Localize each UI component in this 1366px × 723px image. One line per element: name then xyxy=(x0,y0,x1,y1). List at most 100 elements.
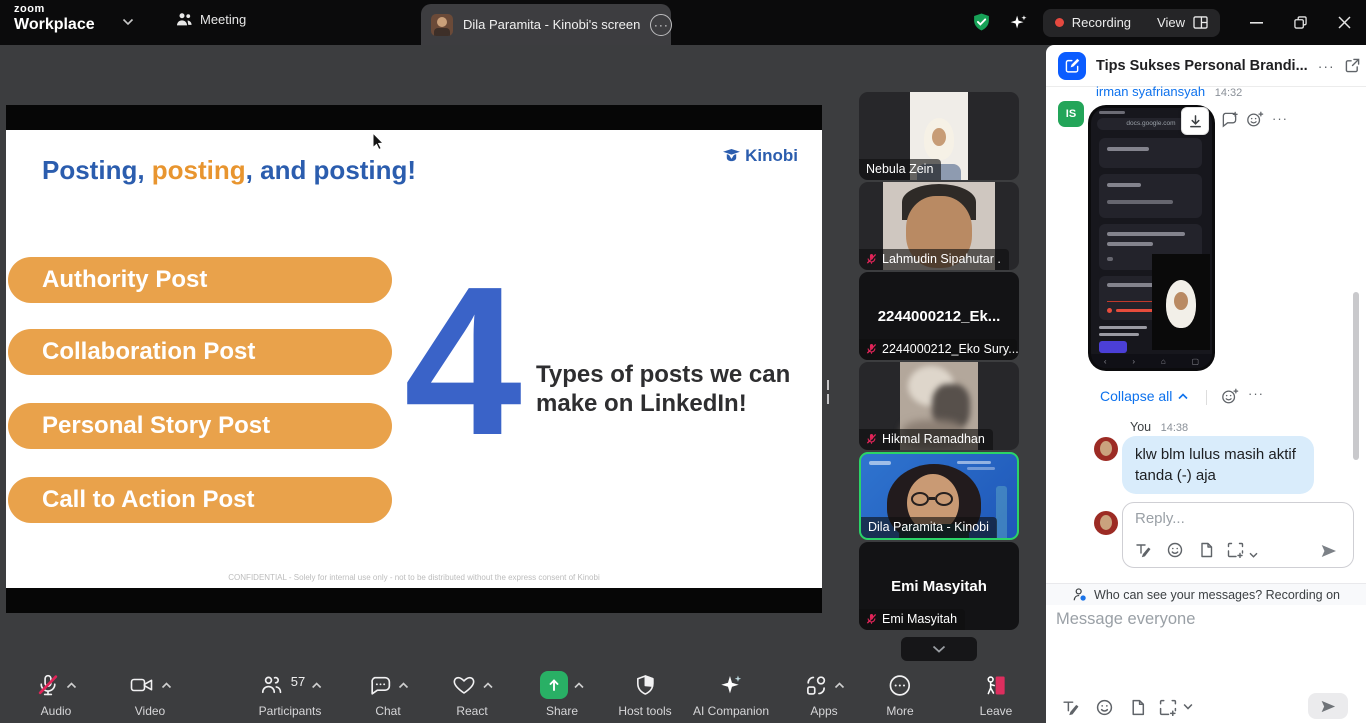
chat-more-ellipsis-icon[interactable]: ··· xyxy=(1318,58,1335,74)
participants-options-chevron-icon[interactable] xyxy=(311,682,321,689)
message-compose-input[interactable] xyxy=(1056,610,1346,629)
phone-nav-bar: ‹›⌂▢ xyxy=(1091,354,1212,368)
participants-button[interactable]: 57 Participants xyxy=(259,671,322,718)
participant-name-tag: Nebula Zein xyxy=(859,159,941,180)
video-tile-dila-paramita-active-speaker[interactable]: Dila Paramita - Kinobi xyxy=(859,452,1019,540)
slide-pill-call-to-action: Call to Action Post xyxy=(8,477,392,523)
muted-mic-icon xyxy=(866,343,877,355)
collapse-video-strip-button[interactable] xyxy=(901,637,977,661)
add-reaction-icon[interactable] xyxy=(1221,388,1239,405)
video-tile-eko[interactable]: 2244000212_Ek... 2244000212_Eko Sury... xyxy=(859,272,1019,360)
react-button[interactable]: React xyxy=(451,671,493,718)
video-tile-hikmal-ramadhan[interactable]: Hikmal Ramadhan xyxy=(859,362,1019,450)
shared-screen: Posting, posting, and posting! Kinobi Au… xyxy=(6,105,822,613)
video-tile-nebula-zein[interactable]: Nebula Zein xyxy=(859,92,1019,180)
ai-companion-button[interactable]: AI Companion xyxy=(693,671,769,718)
chat-scrollbar-thumb[interactable] xyxy=(1353,292,1359,460)
screenshot-options-chevron-icon[interactable] xyxy=(1183,703,1193,710)
video-button[interactable]: Video xyxy=(129,671,172,718)
add-reaction-icon[interactable] xyxy=(1246,111,1264,128)
thread-more-ellipsis-icon[interactable]: ··· xyxy=(1248,386,1264,401)
video-options-chevron-icon[interactable] xyxy=(162,682,172,689)
tab-meeting[interactable]: Meeting xyxy=(176,12,246,27)
chat-panel: Tips Sukses Personal Brandi... ··· irman… xyxy=(1046,45,1366,723)
send-reply-icon[interactable] xyxy=(1319,542,1338,560)
message-author-row: You 14:38 xyxy=(1130,420,1188,434)
react-options-chevron-icon[interactable] xyxy=(483,682,493,689)
mouse-cursor xyxy=(372,132,385,150)
message-author: You xyxy=(1130,420,1151,434)
more-button[interactable]: More xyxy=(886,671,913,718)
participant-display-name: Emi Masyitah xyxy=(891,578,987,595)
attach-file-icon[interactable] xyxy=(1130,699,1146,716)
host-tools-button[interactable]: Host tools xyxy=(618,671,671,718)
pop-out-icon[interactable] xyxy=(1345,58,1360,73)
format-text-icon[interactable] xyxy=(1062,699,1079,716)
heart-icon xyxy=(451,673,477,697)
participant-name-tag: Lahmudin Sipahutar . xyxy=(859,249,1009,270)
emoji-icon[interactable] xyxy=(1167,542,1183,558)
muted-mic-icon xyxy=(866,253,877,265)
slide-big-number: 4 xyxy=(404,255,522,467)
tab-screen-share[interactable]: Dila Paramita - Kinobi's screen ··· xyxy=(421,4,671,45)
chat-button[interactable]: Chat xyxy=(368,671,409,718)
screenshot-options-chevron-icon[interactable] xyxy=(1249,552,1258,558)
slide-pill-personal-story: Personal Story Post xyxy=(8,403,392,449)
recording-dot-icon xyxy=(1055,18,1064,27)
apps-options-chevron-icon[interactable] xyxy=(835,682,845,689)
emoji-icon[interactable] xyxy=(1096,699,1113,716)
people-icon xyxy=(176,12,193,27)
chat-app-icon xyxy=(1058,52,1086,80)
avatar xyxy=(1094,437,1118,461)
close-button[interactable] xyxy=(1322,0,1366,45)
attach-file-icon[interactable] xyxy=(1199,542,1214,558)
view-layout-icon[interactable] xyxy=(1193,16,1208,29)
participant-name-tag: 2244000212_Eko Sury... xyxy=(859,339,1017,360)
tab-options-ellipsis-icon[interactable]: ··· xyxy=(650,14,672,36)
slide-subtitle: Types of posts we can make on LinkedIn! xyxy=(536,360,790,418)
audio-options-chevron-icon[interactable] xyxy=(67,682,77,689)
chat-options-chevron-icon[interactable] xyxy=(399,682,409,689)
ai-companion-sparkle-icon[interactable] xyxy=(1007,12,1029,34)
share-button[interactable]: Share xyxy=(540,671,584,718)
privacy-notice[interactable]: Who can see your messages? Recording on xyxy=(1046,583,1366,605)
minimize-button[interactable] xyxy=(1234,0,1278,45)
apps-button[interactable]: Apps xyxy=(804,671,845,718)
screenshot-icon[interactable] xyxy=(1159,699,1177,716)
audio-button[interactable]: Audio xyxy=(36,671,77,718)
meeting-toolbar: Audio Video 57 Participants xyxy=(0,665,1046,723)
reply-composer[interactable] xyxy=(1122,502,1354,568)
chat-image-attachment[interactable]: docs.google.com ‹›⌂▢ xyxy=(1088,105,1215,371)
screenshot-icon[interactable] xyxy=(1227,542,1244,558)
video-tile-emi-masyitah[interactable]: Emi Masyitah Emi Masyitah xyxy=(859,542,1019,630)
shield-icon xyxy=(633,673,657,698)
panel-resize-handle[interactable] xyxy=(826,380,830,406)
titlebar-right: Recording View xyxy=(972,0,1366,45)
video-tile-lahmudin-sipahutar[interactable]: Lahmudin Sipahutar . xyxy=(859,182,1019,270)
zoom-meeting-window: zoom Workplace Meeting Dila Paramita - K… xyxy=(0,0,1366,723)
message-more-ellipsis-icon[interactable]: ··· xyxy=(1272,111,1288,126)
phone-pip-video xyxy=(1152,254,1210,350)
leave-button[interactable]: Leave xyxy=(980,671,1013,718)
mic-muted-icon xyxy=(36,673,61,698)
workspace-dropdown-chevron-icon[interactable] xyxy=(122,18,134,26)
phone-screenshot: docs.google.com ‹›⌂▢ xyxy=(1091,108,1212,368)
slide-title: Posting, posting, and posting! xyxy=(42,155,416,186)
share-options-chevron-icon[interactable] xyxy=(574,682,584,689)
slide-pill-authority: Authority Post xyxy=(8,257,392,303)
kinobi-logo-icon xyxy=(722,148,741,164)
reply-input[interactable] xyxy=(1135,510,1335,527)
apps-icon xyxy=(804,673,829,698)
reply-in-thread-icon[interactable] xyxy=(1220,111,1239,128)
send-message-button[interactable] xyxy=(1308,693,1348,719)
zoom-workplace-logo: zoom Workplace xyxy=(14,4,95,33)
share-screen-icon xyxy=(540,671,568,699)
format-text-icon[interactable] xyxy=(1135,542,1151,558)
security-shield-icon[interactable] xyxy=(972,12,991,33)
image-download-button[interactable] xyxy=(1181,107,1209,135)
collapse-all-link[interactable]: Collapse all xyxy=(1100,388,1188,404)
titlebar: zoom Workplace Meeting Dila Paramita - K… xyxy=(0,0,1366,45)
maximize-button[interactable] xyxy=(1278,0,1322,45)
chat-message-bubble[interactable]: klw blm lulus masih aktif tanda (-) aja xyxy=(1122,436,1314,494)
view-button[interactable]: View xyxy=(1157,15,1185,30)
